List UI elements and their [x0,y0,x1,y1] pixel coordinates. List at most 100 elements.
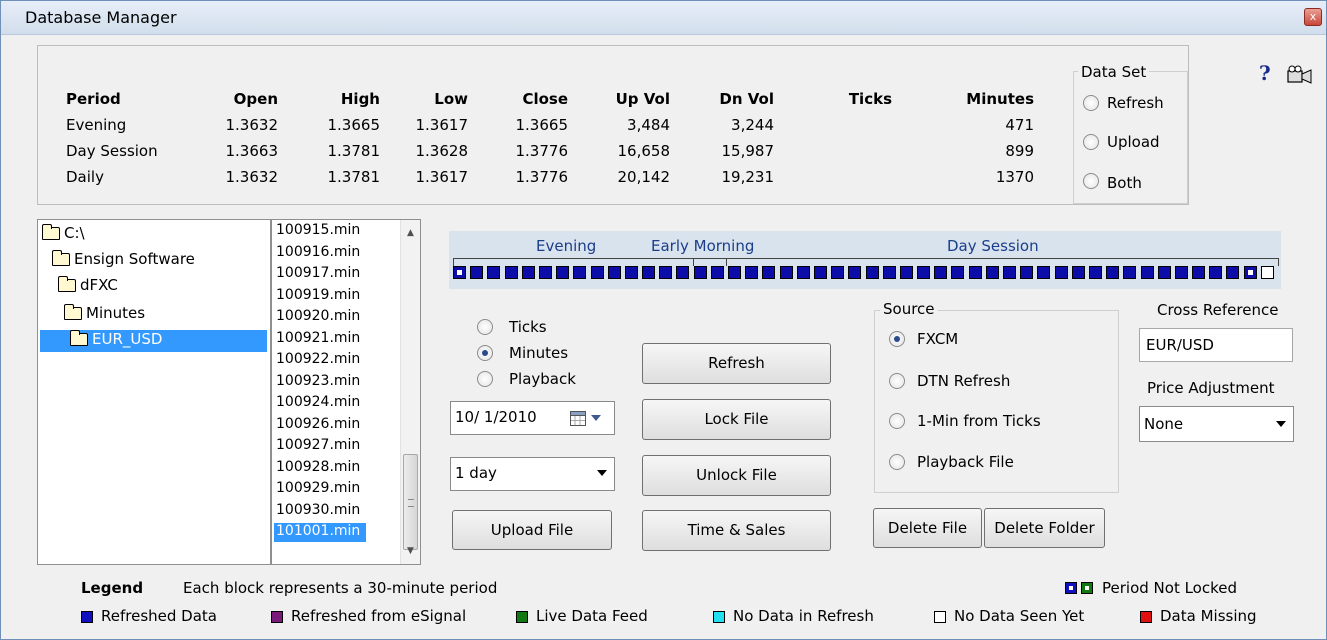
period-block[interactable] [1261,266,1274,279]
period-block[interactable] [659,266,672,279]
period-block[interactable] [1226,266,1239,279]
period-block[interactable] [505,266,518,279]
upload-file-button[interactable]: Upload File [452,510,612,550]
period-block[interactable] [986,266,999,279]
file-item[interactable]: 100924.min [276,394,360,413]
period-block[interactable] [642,266,655,279]
period-block[interactable] [762,266,775,279]
tree-item-root[interactable]: C:\ [42,224,85,246]
period-block[interactable] [676,266,689,279]
period-block[interactable] [900,266,913,279]
data-set-refresh-radio[interactable] [1083,95,1099,111]
period-block[interactable] [917,266,930,279]
period-block[interactable] [522,266,535,279]
period-block[interactable] [934,266,947,279]
period-block[interactable] [1158,266,1171,279]
period-block[interactable] [969,266,982,279]
period-block[interactable] [1089,266,1102,279]
period-block[interactable] [1192,266,1205,279]
period-block[interactable] [556,266,569,279]
file-item[interactable]: 100927.min [276,437,360,456]
period-block[interactable] [470,266,483,279]
folder-tree[interactable]: C:\ Ensign Software dFXC Minutes EUR_USD [37,219,271,565]
period-block[interactable] [1141,266,1154,279]
scrollbar-thumb[interactable] [403,454,418,550]
period-block[interactable] [728,266,741,279]
file-item[interactable]: 100923.min [276,373,360,392]
tree-item-eur-usd[interactable]: EUR_USD [40,330,267,352]
file-item[interactable]: 100921.min [276,330,360,349]
period-block[interactable] [1037,266,1050,279]
file-item[interactable]: 100920.min [276,308,360,327]
period-block[interactable] [1175,266,1188,279]
period-block[interactable] [1123,266,1136,279]
lock-file-button[interactable]: Lock File [642,399,831,440]
period-block[interactable] [780,266,793,279]
delete-folder-button[interactable]: Delete Folder [984,508,1105,548]
tree-item-minutes[interactable]: Minutes [64,304,145,326]
camera-icon[interactable] [1287,65,1313,85]
period-block[interactable] [539,266,552,279]
close-button[interactable]: x [1304,8,1322,26]
period-block[interactable] [814,266,827,279]
file-list-scrollbar[interactable]: ▲ ▼ [400,220,420,564]
file-item[interactable]: 100928.min [276,459,360,478]
refresh-button[interactable]: Refresh [642,343,831,384]
period-block[interactable] [866,266,879,279]
period-block[interactable] [745,266,758,279]
time-sales-button[interactable]: Time & Sales [642,510,831,551]
date-picker[interactable]: 10/ 1/2010 [450,401,615,435]
file-item[interactable]: 101001.min [274,523,367,542]
range-select[interactable]: 1 day [450,457,615,491]
scroll-down-arrow-icon[interactable]: ▼ [401,542,420,560]
period-block[interactable] [1072,266,1085,279]
period-block[interactable] [1209,266,1222,279]
period-block[interactable] [1244,266,1257,279]
unlock-file-button[interactable]: Unlock File [642,455,831,496]
period-block[interactable] [951,266,964,279]
chevron-down-icon[interactable] [597,470,607,476]
period-block[interactable] [487,266,500,279]
file-list[interactable]: ▲ ▼ 100915.min 100916.min 100917.min 100919… [271,219,421,565]
source-playback-file-radio[interactable] [889,454,905,470]
tree-item-dfxc[interactable]: dFXC [58,276,118,298]
chevron-down-icon[interactable] [1276,421,1286,427]
cross-reference-input[interactable]: EUR/USD [1139,328,1293,362]
period-block[interactable] [625,266,638,279]
data-set-both-radio[interactable] [1083,173,1099,189]
mode-ticks-radio[interactable] [477,319,493,335]
source-dtn-refresh-radio[interactable] [889,373,905,389]
period-block[interactable] [883,266,896,279]
period-block[interactable] [831,266,844,279]
scroll-up-arrow-icon[interactable]: ▲ [401,224,420,242]
period-block[interactable] [591,266,604,279]
price-adjustment-select[interactable]: None [1139,406,1294,442]
calendar-icon[interactable] [570,411,586,426]
period-block[interactable] [848,266,861,279]
period-block[interactable] [694,266,707,279]
period-block[interactable] [1106,266,1119,279]
file-item[interactable]: 100922.min [276,351,360,370]
period-block[interactable] [1055,266,1068,279]
period-block[interactable] [797,266,810,279]
period-block[interactable] [1003,266,1016,279]
period-block[interactable] [573,266,586,279]
source-fxcm-radio[interactable] [889,331,905,347]
chevron-down-icon[interactable] [591,415,601,421]
period-block[interactable] [608,266,621,279]
file-item[interactable]: 100916.min [276,244,360,263]
file-item[interactable]: 100929.min [276,480,360,499]
tree-item-ensign-software[interactable]: Ensign Software [52,250,195,272]
file-item[interactable]: 100926.min [276,416,360,435]
period-block[interactable] [1020,266,1033,279]
file-item[interactable]: 100917.min [276,265,360,284]
data-set-upload-radio[interactable] [1083,134,1099,150]
file-item[interactable]: 100930.min [276,502,360,521]
mode-playback-radio[interactable] [477,371,493,387]
mode-minutes-radio[interactable] [477,345,493,361]
source-1min-from-ticks-radio[interactable] [889,413,905,429]
file-item[interactable]: 100915.min [276,222,360,241]
help-icon[interactable]: ? [1259,61,1271,85]
delete-file-button[interactable]: Delete File [873,508,982,548]
file-item[interactable]: 100919.min [276,287,360,306]
